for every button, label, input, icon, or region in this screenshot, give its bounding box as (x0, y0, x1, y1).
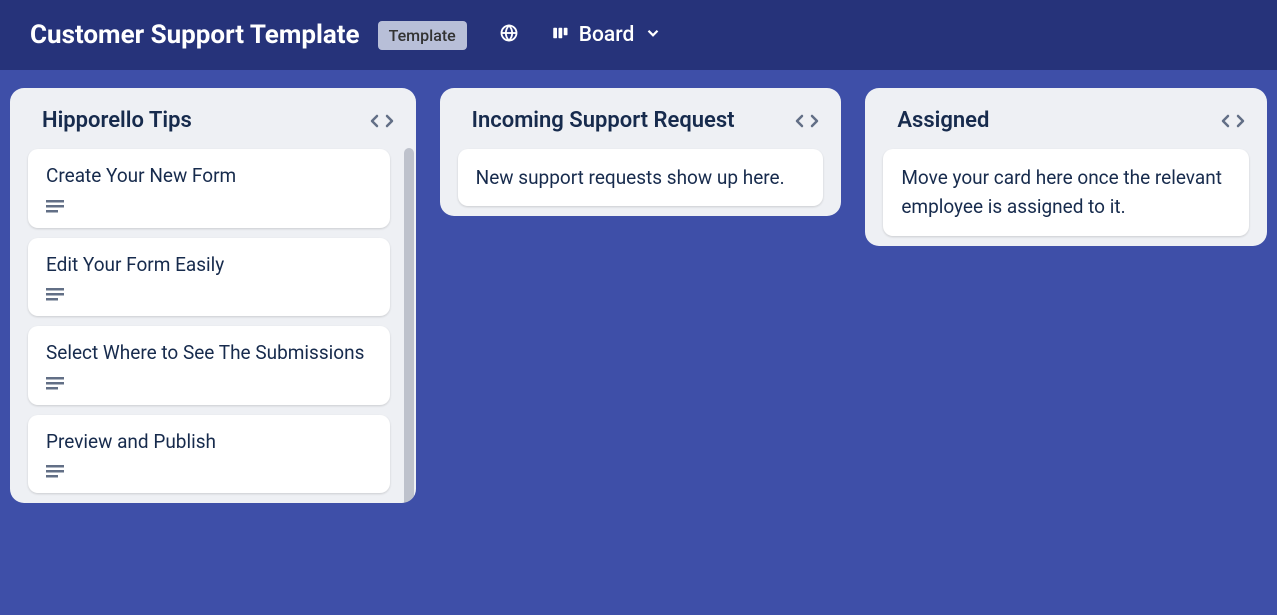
board-header: Customer Support Template Template Board (0, 0, 1277, 70)
list-header: Hipporello Tips (20, 100, 406, 149)
list-title[interactable]: Assigned (897, 108, 989, 133)
view-label: Board (579, 23, 635, 47)
description-icon (46, 377, 372, 391)
cards-wrapper: Create Your New Form Edit Your Form Easi… (20, 149, 406, 493)
cards-wrapper: New support requests show up here. (450, 149, 832, 206)
list-title[interactable]: Hipporello Tips (42, 108, 192, 133)
card-title: Move your card here once the relevant em… (901, 163, 1231, 222)
card[interactable]: Edit Your Form Easily (28, 238, 390, 317)
card[interactable]: Move your card here once the relevant em… (883, 149, 1249, 236)
board-title[interactable]: Customer Support Template (30, 20, 360, 50)
description-icon (46, 288, 372, 302)
cards-wrapper: Move your card here once the relevant em… (875, 149, 1257, 236)
list-title[interactable]: Incoming Support Request (472, 108, 735, 133)
list-header: Assigned (875, 100, 1257, 149)
view-switcher[interactable]: Board (551, 23, 663, 47)
list-header: Incoming Support Request (450, 100, 832, 149)
collapse-list-icon[interactable] (1221, 113, 1245, 129)
description-icon (46, 465, 372, 479)
collapse-list-icon[interactable] (795, 113, 819, 129)
card-title: Select Where to See The Submissions (46, 340, 372, 367)
board-area: Hipporello Tips Create Your New Form (0, 70, 1277, 521)
list-incoming-support: Incoming Support Request New support req… (440, 88, 842, 216)
globe-icon[interactable] (499, 23, 519, 48)
card-title: Preview and Publish (46, 429, 372, 456)
list-hipporello-tips: Hipporello Tips Create Your New Form (10, 88, 416, 503)
card[interactable]: Select Where to See The Submissions (28, 326, 390, 405)
card-title: New support requests show up here. (476, 163, 806, 192)
card[interactable]: New support requests show up here. (458, 149, 824, 206)
scrollbar[interactable] (404, 148, 414, 503)
description-icon (46, 200, 372, 214)
collapse-list-icon[interactable] (370, 113, 394, 129)
card-title: Create Your New Form (46, 163, 372, 190)
card-title: Edit Your Form Easily (46, 252, 372, 279)
card[interactable]: Preview and Publish (28, 415, 390, 494)
list-assigned: Assigned Move your card here once the re… (865, 88, 1267, 246)
chevron-down-icon (644, 24, 662, 46)
template-badge[interactable]: Template (378, 21, 467, 50)
board-view-icon (551, 24, 569, 46)
card[interactable]: Create Your New Form (28, 149, 390, 228)
